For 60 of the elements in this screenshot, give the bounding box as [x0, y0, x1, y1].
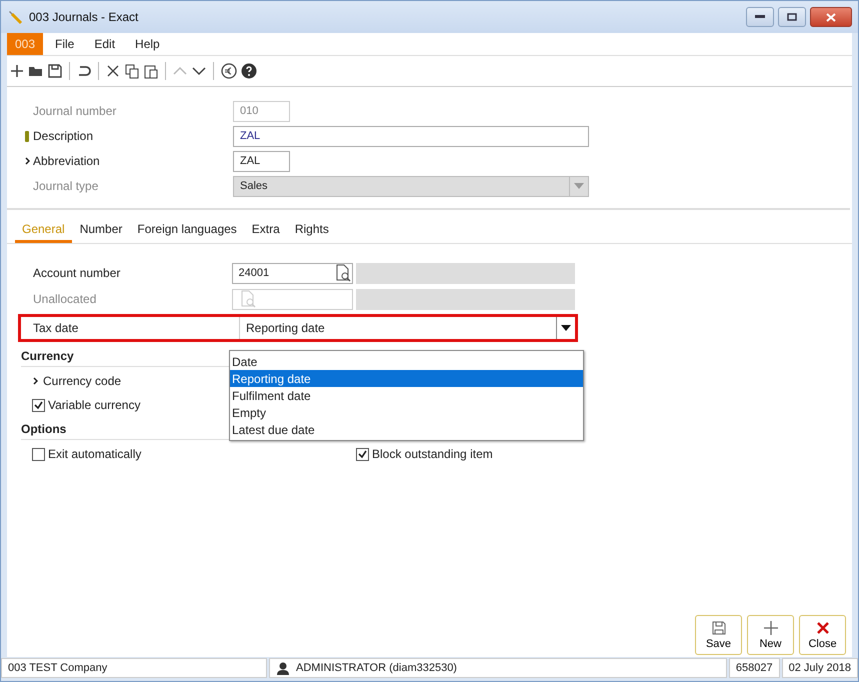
field-label: Description: [33, 129, 94, 143]
save-button[interactable]: Save: [695, 615, 742, 655]
menu-item[interactable]: File: [47, 33, 82, 55]
minimize-icon: [755, 15, 765, 19]
maximize-button[interactable]: [778, 7, 806, 27]
save-icon[interactable]: [47, 63, 63, 79]
field-label: Abbreviation: [33, 154, 100, 168]
window-title: 003 Journals - Exact: [29, 10, 138, 24]
checkbox[interactable]: [32, 398, 45, 412]
euro-icon[interactable]: [220, 63, 238, 79]
dropdown-option[interactable]: Latest due date: [230, 421, 583, 438]
plus-icon: [762, 620, 778, 636]
undo-icon[interactable]: [76, 63, 92, 79]
copy-icon[interactable]: [124, 63, 140, 79]
checkbox-label: Exit automatically: [48, 447, 142, 461]
close-icon: [826, 12, 836, 22]
checkbox-label: Block outstanding item: [372, 447, 493, 461]
field-label: Account number: [33, 266, 122, 280]
plus-icon[interactable]: [9, 63, 25, 79]
close-button[interactable]: [810, 7, 852, 27]
chevron-right-icon: [25, 157, 30, 165]
dropdown-option[interactable]: Empty: [230, 404, 583, 421]
account-field[interactable]: 24001: [232, 262, 354, 284]
input-field[interactable]: ZAL: [233, 126, 589, 146]
user-name: ADMINISTRATOR (diam332530): [296, 662, 457, 674]
field-label: Journal number: [33, 104, 116, 118]
checkbox[interactable]: [32, 448, 45, 460]
field-label: Unallocated: [33, 292, 98, 306]
dropdown-option[interactable]: Date: [230, 353, 583, 370]
field-label: Tax date: [33, 321, 80, 335]
code-status: 658027: [728, 658, 780, 678]
lookup-icon[interactable]: [334, 264, 352, 282]
dropdown-arrow-icon[interactable]: [561, 325, 571, 331]
date-status: 02 July 2018: [782, 658, 858, 678]
save-icon: [710, 620, 726, 636]
checkbox[interactable]: [356, 448, 369, 460]
field-label: Journal type: [33, 179, 98, 193]
minimize-button[interactable]: [746, 7, 774, 27]
tax-date-select[interactable]: Reporting date: [239, 317, 575, 339]
new-button[interactable]: New: [747, 615, 794, 655]
dropdown-option[interactable]: Reporting date: [230, 370, 583, 387]
checkbox-label: Variable currency: [48, 398, 140, 412]
tab[interactable]: Number: [72, 220, 130, 243]
menu-item[interactable]: Help: [127, 33, 168, 55]
input-field[interactable]: ZAL: [233, 150, 290, 172]
company-status: 003 TEST Company: [1, 658, 267, 678]
tab[interactable]: Extra: [244, 220, 287, 243]
chevron-right-icon: [33, 377, 38, 385]
maximize-icon: [787, 13, 797, 21]
user-icon: [276, 661, 290, 675]
dropdown-option[interactable]: Fulfilment date: [230, 387, 583, 404]
menu-item[interactable]: Edit: [86, 33, 124, 55]
help-icon[interactable]: [241, 63, 257, 79]
tab[interactable]: Foreign languages: [130, 220, 244, 243]
tab[interactable]: Rights: [288, 220, 336, 243]
close-button[interactable]: Close: [799, 615, 846, 655]
paste-icon[interactable]: [143, 63, 159, 79]
field-label: Currency code: [43, 374, 122, 388]
required-marker-icon: [25, 130, 29, 142]
close-icon: [814, 620, 830, 636]
